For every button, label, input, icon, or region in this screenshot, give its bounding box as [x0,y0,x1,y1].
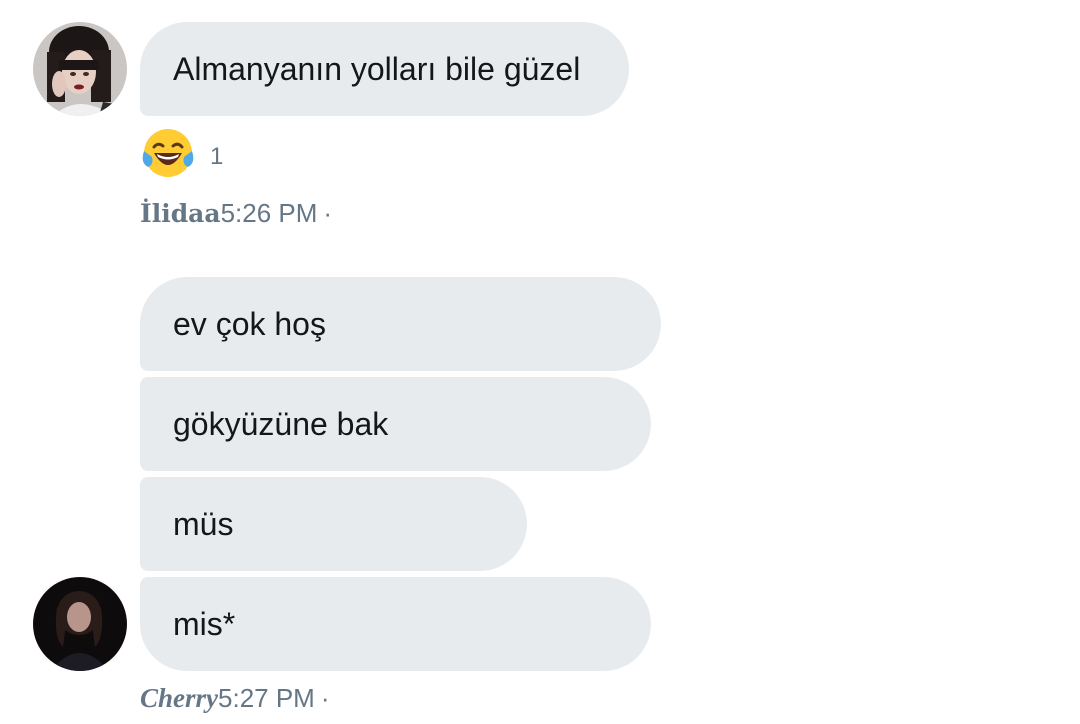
sender-name[interactable]: İlidaa [140,199,221,228]
message-text: gökyüzüne bak [173,405,389,442]
message-bubble[interactable]: ev çok hoş [140,277,661,371]
avatar-ilidaa-image [33,22,127,116]
sender-name[interactable]: Cherry [140,683,218,714]
timestamp: 5:26 PM [220,198,318,228]
message-text: müs [173,505,234,542]
message-bubble[interactable]: mis* [140,577,651,671]
avatar-cherry-image [33,577,127,671]
message-bubble[interactable]: müs [140,477,527,571]
message-meta: İlidaa 5:26 PM · [140,198,332,229]
avatar-ilidaa[interactable] [33,22,127,116]
tears-of-joy-emoji-icon [142,127,194,184]
avatar-cherry[interactable] [33,577,127,671]
separator-dot: · [323,198,333,228]
message-text: ev çok hoş [173,305,326,342]
reaction-count: 1 [210,142,224,170]
message-text: mis* [173,605,236,642]
reaction-badge[interactable]: 1 [142,127,223,184]
separator-dot: · [320,683,330,713]
message-text: Almanyanın yolları bile güzel [173,50,581,87]
message-meta: Cherry 5:27 PM · [140,683,330,714]
message-bubble[interactable]: Almanyanın yolları bile güzel [140,22,629,116]
timestamp: 5:27 PM [218,683,315,713]
message-bubble[interactable]: gökyüzüne bak [140,377,651,471]
